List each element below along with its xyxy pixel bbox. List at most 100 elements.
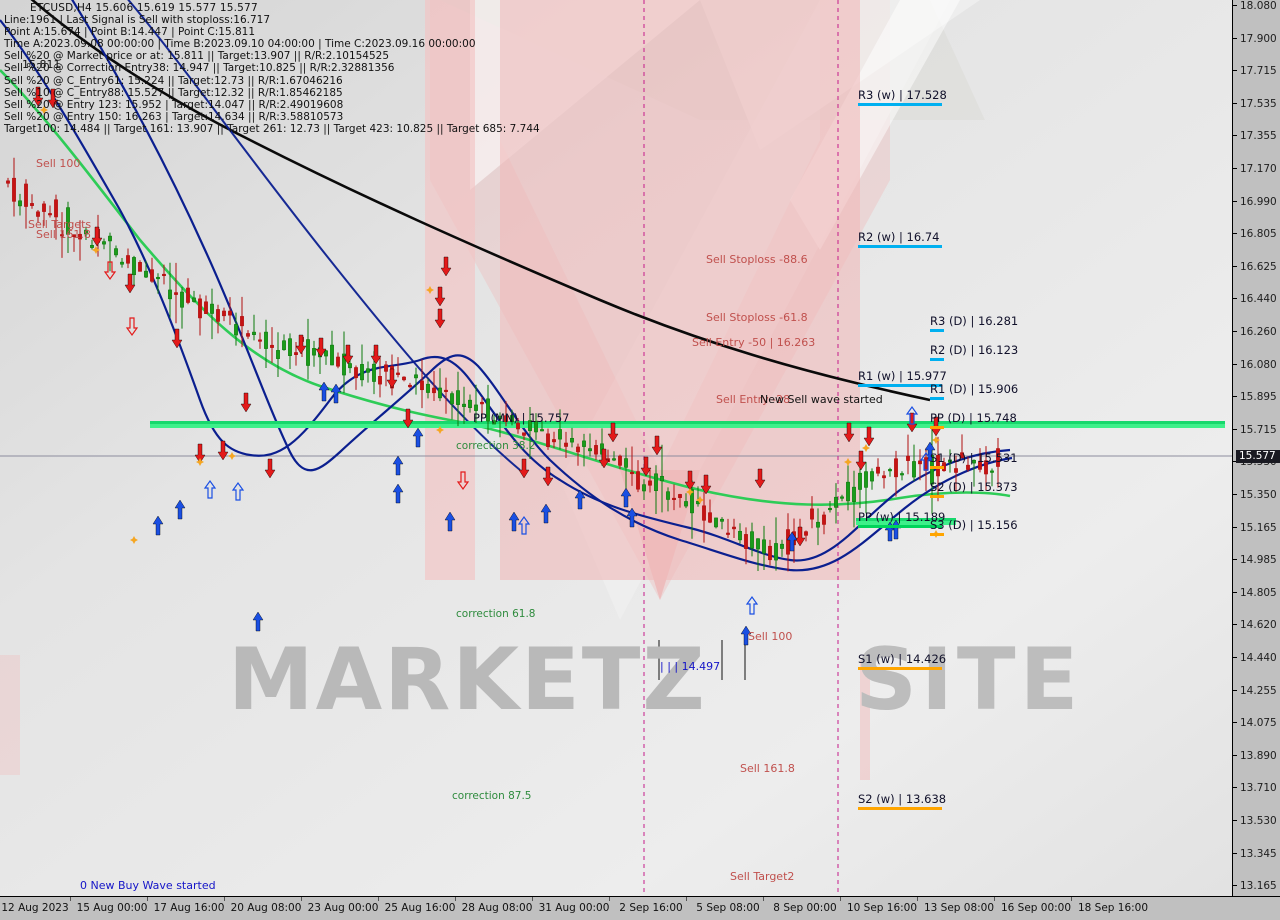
pivot-level-label[interactable]: S1 (D) | 15.531 <box>930 451 1018 469</box>
time-tick-label: 13 Sep 08:00 <box>923 902 995 914</box>
price-tick: 16.805 <box>1233 228 1280 240</box>
price-tick: 14.985 <box>1233 554 1280 566</box>
tick-mark <box>70 897 71 901</box>
price-tick-label: 18.080 <box>1240 0 1277 12</box>
chart-annotation: 0 New Buy Wave started <box>80 879 216 892</box>
chart-plot-area[interactable]: MARKETZ SITE Sell 100 Sell Targets Sell … <box>0 0 1232 896</box>
tick-mark <box>1233 168 1237 169</box>
pivot-level-text: R3 (w) | 17.528 <box>858 88 947 102</box>
tick-mark <box>917 897 918 901</box>
price-tick-label: 15.715 <box>1240 423 1277 436</box>
chart-svg <box>0 0 1232 896</box>
time-tick-label: 16 Sep 00:00 <box>1000 902 1072 914</box>
chart-annotation: correction 61.8 <box>456 608 536 620</box>
tick-mark <box>1233 722 1237 724</box>
tick-mark <box>1233 200 1237 202</box>
tick-mark <box>1233 70 1237 72</box>
pivot-level-text: R2 (D) | 16.123 <box>930 343 1019 357</box>
tick-mark <box>224 897 225 901</box>
price-tick-label: 16.625 <box>1240 260 1277 273</box>
pivot-level-text: S1 (w) | 14.426 <box>858 652 947 666</box>
price-tick-label: 16.990 <box>1240 195 1277 208</box>
price-tick: 13.165 <box>1233 880 1280 892</box>
pivot-level-underline <box>930 329 944 332</box>
price-tick-label: 14.805 <box>1240 586 1277 599</box>
price-tick: 15.350 <box>1233 489 1280 501</box>
tick-mark <box>1233 559 1237 561</box>
tick-mark <box>1233 754 1237 756</box>
chart-annotation: correction 87.5 <box>452 790 532 802</box>
time-axis[interactable]: 12 Aug 2023 15 Aug 00:00 17 Aug 16:00 20 Au… <box>0 896 1280 920</box>
current-price-label: 15.577 <box>1236 450 1280 463</box>
tick-mark <box>1233 428 1237 430</box>
pivot-level-text: R2 (w) | 16.74 <box>858 230 940 244</box>
price-tick: 16.260 <box>1233 326 1280 338</box>
time-tick-label: 12 Aug 2023 <box>1 902 69 914</box>
watermark-primary: MARKETZ <box>228 630 707 730</box>
pivot-level-underline <box>858 667 942 670</box>
tick-mark <box>994 897 995 901</box>
pivot-level-text: S1 (D) | 15.531 <box>930 451 1018 465</box>
time-tick-label: 20 Aug 08:00 <box>230 902 302 914</box>
pivot-level-text: PP (D) | 15.748 <box>930 411 1017 425</box>
tick-mark <box>1233 526 1237 528</box>
tick-mark <box>147 897 148 901</box>
price-tick: 17.535 <box>1233 98 1280 110</box>
tick-mark <box>1233 852 1237 854</box>
chart-annotation: Sell Target2 <box>730 870 795 883</box>
trading-chart-window[interactable]: MARKETZ SITE Sell 100 Sell Targets Sell … <box>0 0 1280 920</box>
price-tick-label: 13.345 <box>1240 847 1277 860</box>
pivot-level-underline <box>930 533 944 536</box>
time-tick-label: 2 Sep 16:00 <box>619 902 683 914</box>
pivot-level-label[interactable]: S1 (w) | 14.426 <box>858 652 946 670</box>
pivot-level-label[interactable]: R2 (D) | 16.123 <box>930 343 1018 361</box>
tick-mark <box>1233 363 1237 365</box>
pivot-level-underline <box>930 397 944 400</box>
chart-annotation: Sell Stoploss -61.8 <box>706 311 808 324</box>
price-axis[interactable]: 18.080 17.900 17.715 17.535 17.355 17.170 16.9… <box>1232 0 1280 896</box>
pivot-level-label[interactable]: R1 (D) | 15.906 <box>930 382 1018 400</box>
tick-mark <box>763 897 764 901</box>
watermark-secondary: SITE <box>855 630 1083 730</box>
chart-annotation: Sell 100 <box>36 157 81 170</box>
tick-mark <box>1233 787 1237 789</box>
tick-mark <box>1233 396 1237 398</box>
price-tick: 13.530 <box>1233 815 1280 827</box>
time-tick-label: 18 Sep 16:00 <box>1077 902 1149 914</box>
price-tick-label: 14.440 <box>1240 652 1277 664</box>
chart-annotation: Sell Stoploss -88.6 <box>706 253 808 266</box>
price-tick: 14.440 <box>1233 652 1280 664</box>
tick-mark <box>1233 135 1237 137</box>
price-tick: 13.345 <box>1233 848 1280 860</box>
pivot-level-text: S2 (D) | 15.373 <box>930 480 1018 494</box>
price-tick-label: 15.350 <box>1240 489 1277 501</box>
tick-mark <box>455 897 456 901</box>
price-tick-label: 15.895 <box>1240 391 1277 404</box>
pivot-level-label[interactable]: R3 (w) | 17.528 <box>858 88 947 106</box>
price-tick-label: 13.165 <box>1240 880 1277 893</box>
pivot-level-label[interactable]: PP (D) | 15.748 <box>930 411 1017 429</box>
tick-mark <box>1233 657 1237 658</box>
tick-mark <box>532 897 533 901</box>
price-tick: 15.165 <box>1233 522 1280 534</box>
tick-mark <box>1071 897 1072 901</box>
price-tick: 14.075 <box>1233 717 1280 729</box>
tick-mark <box>686 897 687 901</box>
pivot-level-label[interactable]: R2 (w) | 16.74 <box>858 230 942 248</box>
pivot-level-label[interactable]: R3 (D) | 16.281 <box>930 314 1018 332</box>
price-tick: 15.715 <box>1233 424 1280 436</box>
pivot-level-label[interactable]: S2 (D) | 15.373 <box>930 480 1018 498</box>
pivot-level-label[interactable]: S2 (w) | 13.638 <box>858 792 946 810</box>
price-tick: 14.255 <box>1233 685 1280 697</box>
tick-mark <box>1233 102 1237 104</box>
chart-annotation: Sell Entry -50 | 16.263 <box>692 336 816 349</box>
pivot-level-label[interactable]: S3 (D) | 15.156 <box>930 518 1018 536</box>
price-tick-label: 16.080 <box>1240 358 1277 371</box>
price-tick: 17.355 <box>1233 130 1280 142</box>
price-tick-label: 13.890 <box>1240 749 1277 762</box>
time-tick-label: 10 Sep 16:00 <box>846 902 918 914</box>
time-tick-label: 8 Sep 00:00 <box>773 902 837 914</box>
price-tick: 17.715 <box>1233 65 1280 77</box>
chart-annotation: New Sell wave started <box>760 393 883 406</box>
price-tick: 13.890 <box>1233 750 1280 762</box>
